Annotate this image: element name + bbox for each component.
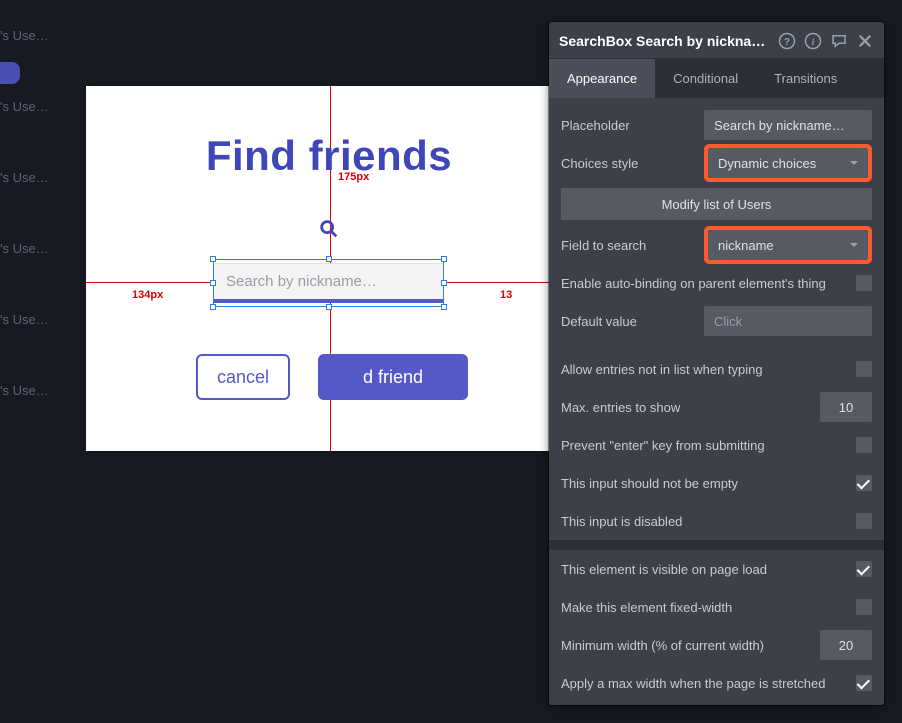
- disabled-checkbox[interactable]: [856, 513, 872, 529]
- dimension-label-left: 134px: [132, 289, 163, 301]
- min-width-label: Minimum width (% of current width): [561, 638, 820, 653]
- placeholder-input[interactable]: Search by nickname…: [704, 110, 872, 140]
- tab-transitions[interactable]: Transitions: [756, 59, 855, 98]
- bg-list-item: 's Use…: [0, 284, 80, 355]
- bg-list-item: 's Use…: [0, 142, 80, 213]
- row-choices-style: Choices style Dynamic choices: [549, 144, 884, 182]
- dimension-label-top: 175px: [338, 171, 369, 183]
- svg-text:i: i: [812, 36, 815, 46]
- row-placeholder: Placeholder Search by nickname…: [549, 106, 884, 144]
- row-max-width: Apply a max width when the page is stret…: [549, 664, 884, 702]
- placeholder-label: Placeholder: [561, 118, 704, 133]
- row-fixed-width: Make this element fixed-width: [549, 588, 884, 626]
- row-field-to-search: Field to search nickname: [549, 226, 884, 264]
- tab-conditional[interactable]: Conditional: [655, 59, 756, 98]
- chevron-down-icon: [850, 161, 858, 165]
- prevent-enter-label: Prevent "enter" key from submitting: [561, 438, 856, 453]
- visible-checkbox[interactable]: [856, 561, 872, 577]
- comment-icon[interactable]: [830, 32, 848, 50]
- search-icon[interactable]: [318, 218, 340, 240]
- not-empty-checkbox[interactable]: [856, 475, 872, 491]
- choices-style-label: Choices style: [561, 156, 704, 171]
- bg-list-item: 's Use…: [0, 0, 80, 71]
- bg-list-item: 's Use…: [0, 213, 80, 284]
- resize-handle[interactable]: [441, 256, 447, 262]
- add-friend-button[interactable]: d friend: [318, 354, 468, 400]
- resize-handle[interactable]: [441, 304, 447, 310]
- row-allow-entries: Allow entries not in list when typing: [549, 350, 884, 388]
- property-editor-panel: SearchBox Search by nickname.. ? i Appea…: [549, 22, 884, 705]
- panel-header[interactable]: SearchBox Search by nickname.. ? i: [549, 22, 884, 59]
- modify-list-button[interactable]: Modify list of Users: [561, 188, 872, 220]
- default-value-placeholder: Click: [714, 314, 742, 329]
- auto-binding-label: Enable auto-binding on parent element's …: [561, 276, 856, 291]
- default-value-input[interactable]: Click: [704, 306, 872, 336]
- fixed-width-checkbox[interactable]: [856, 599, 872, 615]
- not-empty-label: This input should not be empty: [561, 476, 856, 491]
- allow-entries-checkbox[interactable]: [856, 361, 872, 377]
- row-visible: This element is visible on page load: [549, 550, 884, 588]
- auto-binding-checkbox[interactable]: [856, 275, 872, 291]
- max-width-checkbox[interactable]: [856, 675, 872, 691]
- row-not-empty: This input should not be empty: [549, 464, 884, 502]
- panel-tabs: Appearance Conditional Transitions: [549, 59, 884, 98]
- max-entries-label: Max. entries to show: [561, 400, 820, 415]
- field-to-search-label: Field to search: [561, 238, 704, 253]
- close-icon[interactable]: [856, 32, 874, 50]
- help-icon[interactable]: ?: [778, 32, 796, 50]
- field-to-search-dropdown[interactable]: nickname: [708, 230, 868, 260]
- min-width-input[interactable]: 20: [820, 630, 872, 660]
- section-divider: [549, 540, 884, 550]
- selected-searchbox-element[interactable]: Search by nickname…: [213, 259, 444, 307]
- bg-accent-pill: [0, 62, 20, 84]
- dimension-label-right: 13: [500, 289, 512, 301]
- disabled-label: This input is disabled: [561, 514, 856, 529]
- row-disabled: This input is disabled: [549, 502, 884, 540]
- resize-handle[interactable]: [210, 256, 216, 262]
- prevent-enter-checkbox[interactable]: [856, 437, 872, 453]
- max-entries-input[interactable]: 10: [820, 392, 872, 422]
- info-icon[interactable]: i: [804, 32, 822, 50]
- cancel-button[interactable]: cancel: [196, 354, 290, 400]
- panel-title: SearchBox Search by nickname..: [559, 33, 770, 49]
- tab-appearance[interactable]: Appearance: [549, 59, 655, 98]
- bg-list-item: 's Use…: [0, 355, 80, 426]
- choices-style-value: Dynamic choices: [718, 156, 816, 171]
- resize-handle[interactable]: [210, 304, 216, 310]
- row-max-entries: Max. entries to show 10: [549, 388, 884, 426]
- editor-canvas-modal[interactable]: Find friends 175px 134px 13 140px Search…: [86, 86, 572, 451]
- row-auto-binding: Enable auto-binding on parent element's …: [549, 264, 884, 302]
- row-default-value: Default value Click: [549, 302, 884, 340]
- panel-body[interactable]: Placeholder Search by nickname… Choices …: [549, 98, 884, 705]
- allow-entries-label: Allow entries not in list when typing: [561, 362, 856, 377]
- choices-style-dropdown[interactable]: Dynamic choices: [708, 148, 868, 178]
- row-min-width: Minimum width (% of current width) 20: [549, 626, 884, 664]
- row-prevent-enter: Prevent "enter" key from submitting: [549, 426, 884, 464]
- chevron-down-icon: [850, 243, 858, 247]
- field-to-search-value: nickname: [718, 238, 774, 253]
- visible-label: This element is visible on page load: [561, 562, 856, 577]
- svg-text:?: ?: [784, 36, 790, 47]
- fixed-width-label: Make this element fixed-width: [561, 600, 856, 615]
- searchbox-placeholder-preview[interactable]: Search by nickname…: [213, 263, 444, 303]
- modal-title[interactable]: Find friends: [86, 132, 572, 180]
- default-value-label: Default value: [561, 314, 704, 329]
- max-width-label: Apply a max width when the page is stret…: [561, 676, 856, 691]
